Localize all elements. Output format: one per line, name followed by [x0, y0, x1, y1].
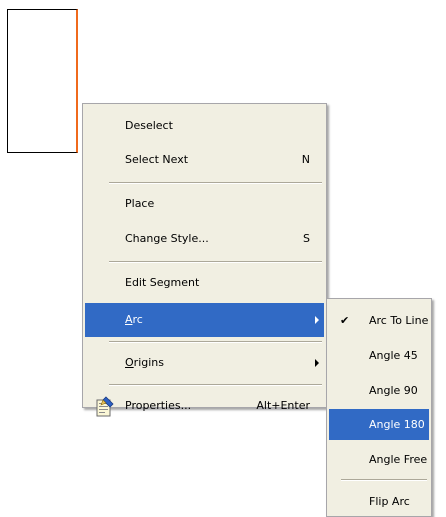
menu-item-label: Deselect — [125, 119, 173, 132]
menu-item-shortcut: N — [301, 153, 310, 166]
menu-separator — [109, 341, 322, 343]
submenu-item-arc-to-line[interactable]: ✔ Arc To Line — [329, 307, 429, 335]
menu-item-label: Arc — [125, 313, 143, 326]
menu-item-label: Properties... — [125, 399, 192, 412]
submenu-item-angle-45[interactable]: Angle 45 — [329, 342, 429, 370]
arc-submenu: ✔ Arc To Line Angle 45 Angle 90 Angle 18… — [326, 298, 432, 517]
menu-item-origins[interactable]: Origins — [85, 352, 324, 374]
menu-separator — [109, 384, 322, 386]
submenu-arrow-icon — [315, 316, 319, 324]
submenu-arrow-icon — [315, 359, 319, 367]
menu-item-shortcut: S — [303, 232, 310, 245]
drawing-canvas[interactable]: Deselect Select Next N Place Change Styl… — [0, 0, 446, 517]
menu-item-place[interactable]: Place — [85, 193, 324, 215]
menu-item-arc[interactable]: Arc — [85, 303, 324, 337]
properties-icon — [96, 396, 114, 417]
submenu-item-label: Angle 45 — [369, 349, 418, 362]
menu-item-properties[interactable]: Properties... Alt+Enter — [85, 395, 324, 417]
submenu-item-label: Angle 180 — [369, 418, 425, 431]
menu-separator — [109, 261, 322, 263]
menu-item-deselect[interactable]: Deselect — [85, 115, 324, 137]
menu-item-label: Change Style... — [125, 232, 209, 245]
submenu-item-label: Flip Arc — [369, 495, 410, 508]
submenu-item-label: Arc To Line — [369, 314, 429, 327]
submenu-item-angle-90[interactable]: Angle 90 — [329, 377, 429, 405]
menu-item-shortcut: Alt+Enter — [256, 399, 310, 412]
menu-item-label: Place — [125, 197, 155, 210]
menu-item-change-style[interactable]: Change Style... S — [85, 228, 324, 250]
menu-item-label: Select Next — [125, 153, 189, 166]
submenu-item-angle-free[interactable]: Angle Free — [329, 446, 429, 474]
check-icon: ✔ — [340, 314, 350, 327]
menu-item-label: Origins — [125, 356, 164, 369]
submenu-item-label: Angle 90 — [369, 384, 418, 397]
context-menu: Deselect Select Next N Place Change Styl… — [82, 103, 327, 417]
submenu-item-angle-180[interactable]: Angle 180 — [329, 409, 429, 440]
menu-item-label: Edit Segment — [125, 276, 200, 289]
menu-item-select-next[interactable]: Select Next N — [85, 149, 324, 171]
submenu-item-label: Angle Free — [369, 453, 428, 466]
menu-item-edit-segment[interactable]: Edit Segment — [85, 272, 324, 294]
menu-separator — [109, 182, 322, 184]
submenu-separator — [341, 479, 427, 481]
submenu-item-flip-arc[interactable]: Flip Arc — [329, 488, 429, 516]
selected-segment-shape[interactable] — [7, 9, 78, 153]
